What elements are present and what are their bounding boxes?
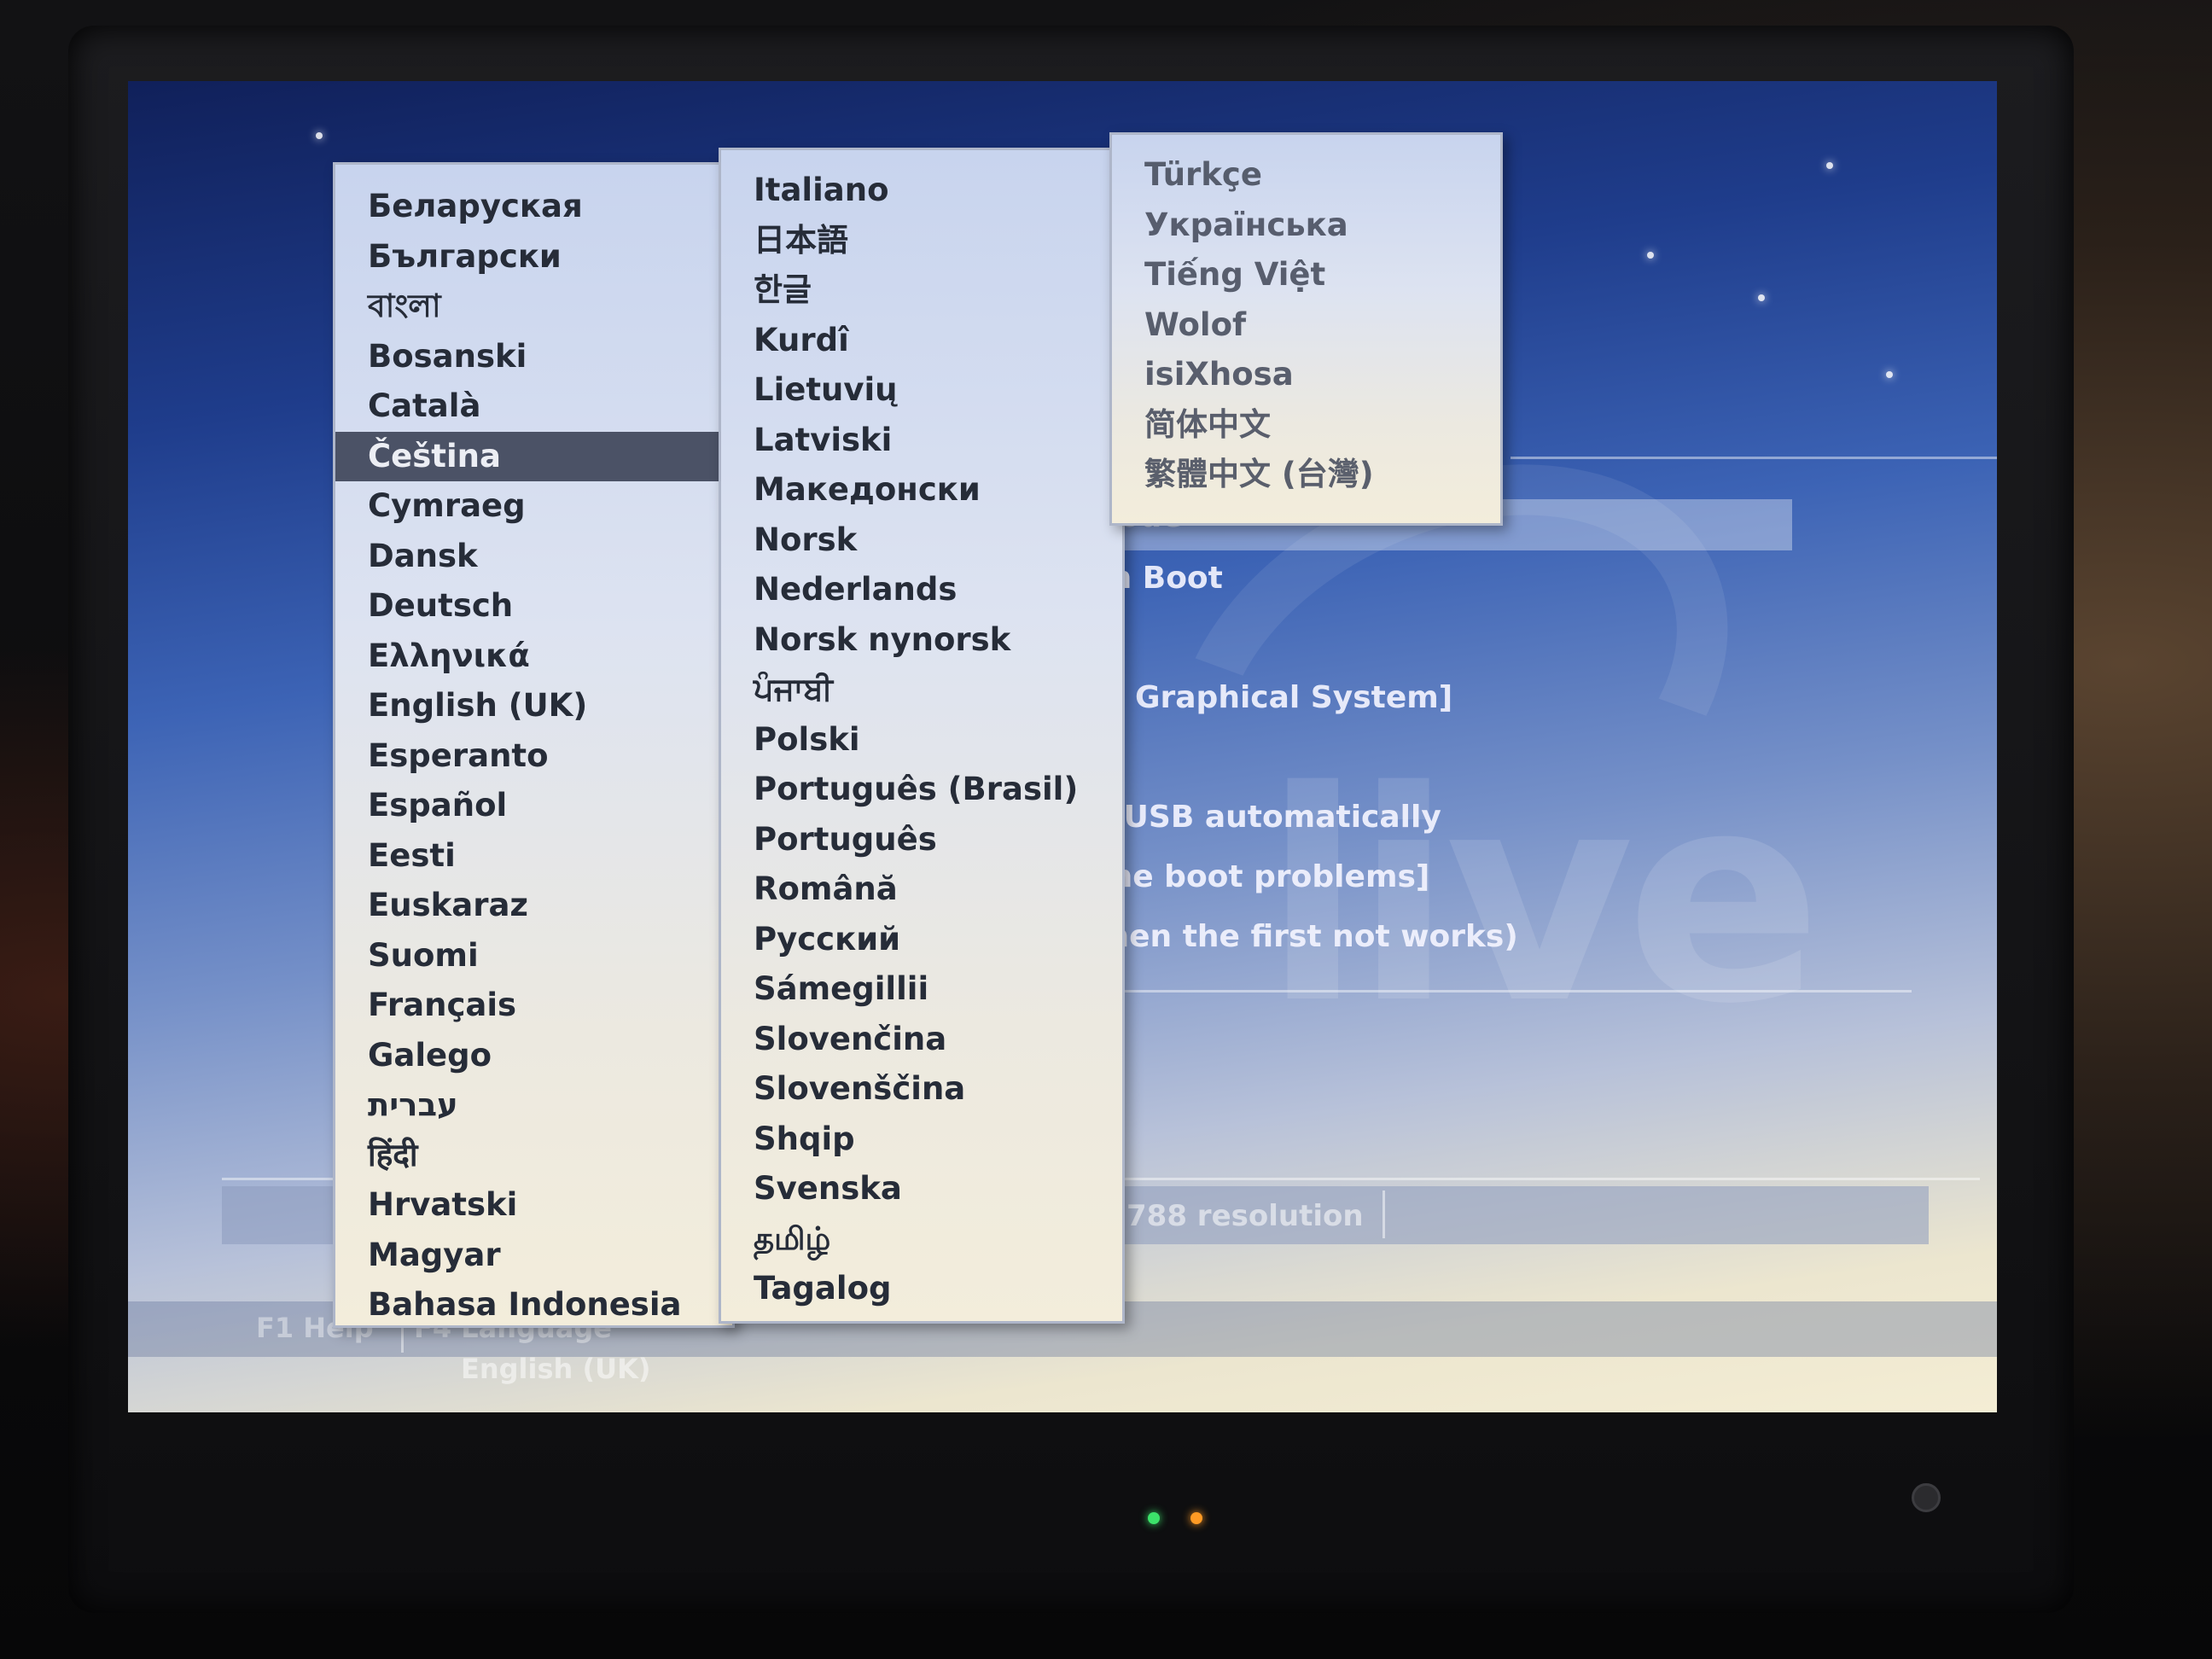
- language-column-2: Italiano 日本語 한글 Kurdî Lietuvių Latviski Македо…: [719, 148, 1125, 1324]
- language-option[interactable]: Slovenščina: [721, 1064, 1122, 1115]
- language-column-1: Беларуская Български বাংলা Bosanski Català Če…: [333, 162, 735, 1328]
- language-option[interactable]: Galego: [335, 1031, 732, 1081]
- language-option[interactable]: Cymraeg: [335, 481, 732, 532]
- language-option[interactable]: Magyar: [335, 1231, 732, 1281]
- language-option[interactable]: 简体中文: [1112, 400, 1500, 451]
- language-option[interactable]: Sámegillii: [721, 964, 1122, 1015]
- language-option[interactable]: Català: [335, 381, 732, 432]
- resolution-label[interactable]: 788 resolution: [1126, 1199, 1364, 1233]
- language-option[interactable]: Tiếng Việt: [1112, 250, 1500, 300]
- distro-logo: live: [1263, 730, 1822, 1068]
- status-led-icon: [1190, 1512, 1202, 1524]
- power-led-icon: [1148, 1512, 1160, 1524]
- language-option[interactable]: Türkçe: [1112, 150, 1500, 201]
- language-option-selected[interactable]: Čeština: [335, 431, 732, 481]
- language-option[interactable]: Français: [335, 981, 732, 1031]
- language-option[interactable]: Italiano: [721, 166, 1122, 216]
- language-option[interactable]: Română: [721, 864, 1122, 915]
- language-option[interactable]: Dansk: [335, 532, 732, 582]
- language-option[interactable]: Deutsch: [335, 581, 732, 632]
- language-option[interactable]: Eesti: [335, 831, 732, 882]
- star-decoration: [1886, 371, 1893, 378]
- language-option[interactable]: Svenska: [721, 1164, 1122, 1214]
- language-option[interactable]: ਪੰਜਾਬੀ: [721, 665, 1122, 715]
- language-column-3: Türkçe Українська Tiếng Việt Wolof isiXhosa 简…: [1109, 132, 1503, 526]
- language-option[interactable]: Tagalog: [721, 1264, 1122, 1314]
- language-option[interactable]: Español: [335, 781, 732, 831]
- language-option[interactable]: Slovenčina: [721, 1015, 1122, 1065]
- language-option[interactable]: Português: [721, 815, 1122, 865]
- language-option[interactable]: עברית: [335, 1080, 732, 1131]
- language-option[interactable]: isiXhosa: [1112, 350, 1500, 400]
- language-option[interactable]: Ελληνικά: [335, 632, 732, 682]
- power-button-icon[interactable]: [1912, 1483, 1941, 1512]
- language-option[interactable]: Українська: [1112, 201, 1500, 251]
- language-option[interactable]: Беларуская: [335, 182, 732, 232]
- language-list: Italiano 日本語 한글 Kurdî Lietuvių Latviski Македо…: [721, 150, 1122, 1314]
- star-decoration: [316, 132, 323, 139]
- language-option[interactable]: English (UK): [335, 681, 732, 731]
- language-option[interactable]: Latviski: [721, 416, 1122, 466]
- language-option[interactable]: Shqip: [721, 1115, 1122, 1165]
- resolution-separator: [1382, 1190, 1385, 1238]
- language-option[interactable]: हिंदी: [335, 1131, 732, 1181]
- language-option[interactable]: Nederlands: [721, 565, 1122, 615]
- language-option[interactable]: Lietuvių: [721, 365, 1122, 416]
- language-option[interactable]: Esperanto: [335, 731, 732, 782]
- star-decoration: [1647, 252, 1654, 259]
- language-option[interactable]: Bosanski: [335, 332, 732, 382]
- language-option[interactable]: Polski: [721, 715, 1122, 765]
- language-option[interactable]: Português (Brasil): [721, 765, 1122, 815]
- language-option[interactable]: Norsk: [721, 515, 1122, 566]
- current-language-label: English (UK): [461, 1353, 651, 1385]
- language-option[interactable]: 한글: [721, 265, 1122, 316]
- language-option[interactable]: Български: [335, 232, 732, 282]
- language-list: Türkçe Українська Tiếng Việt Wolof isiXhosa 简…: [1112, 135, 1500, 500]
- language-option[interactable]: Wolof: [1112, 300, 1500, 351]
- language-option[interactable]: Македонски: [721, 465, 1122, 515]
- language-option[interactable]: Suomi: [335, 931, 732, 981]
- star-decoration: [1826, 162, 1833, 169]
- language-option[interactable]: 繁體中文 (台灣): [1112, 450, 1500, 500]
- language-option[interactable]: 日本語: [721, 216, 1122, 266]
- language-option[interactable]: Euskaraz: [335, 881, 732, 931]
- language-option[interactable]: Hrvatski: [335, 1180, 732, 1231]
- menu-divider: [1511, 457, 1997, 459]
- language-list: Беларуская Български বাংলা Bosanski Català Če…: [335, 165, 732, 1330]
- language-option[interactable]: Kurdî: [721, 316, 1122, 366]
- language-option[interactable]: Bahasa Indonesia: [335, 1280, 732, 1330]
- language-option[interactable]: Norsk nynorsk: [721, 615, 1122, 666]
- language-option[interactable]: தமிழ்: [721, 1214, 1122, 1265]
- boot-screen: live Live Normal Mode Load system in Boo…: [128, 81, 1997, 1412]
- language-option[interactable]: বাংলা: [335, 282, 732, 332]
- star-decoration: [1758, 294, 1765, 301]
- language-option[interactable]: Русский: [721, 915, 1122, 965]
